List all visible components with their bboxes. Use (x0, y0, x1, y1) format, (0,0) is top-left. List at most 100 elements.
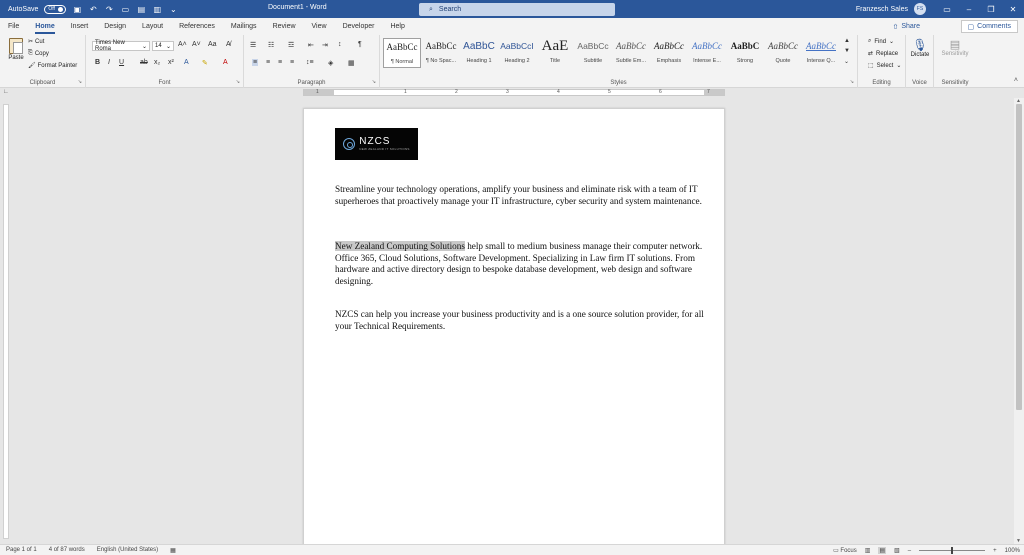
dialog-launcher-icon[interactable]: ↘ (78, 79, 82, 85)
highlight-icon[interactable]: ✎ (202, 59, 208, 67)
align-right-icon[interactable]: ≡ (278, 59, 282, 66)
style-strong[interactable]: AaBbC Strong (726, 38, 764, 68)
text-effects-icon[interactable]: A (184, 59, 189, 66)
style-title[interactable]: AaE Title (536, 38, 574, 68)
redo-icon[interactable]: ↷ (104, 4, 114, 14)
comments-button[interactable]: ▢ Comments (960, 20, 1018, 33)
tab-references[interactable]: References (171, 18, 223, 35)
zoom-out-icon[interactable]: – (908, 548, 911, 554)
horizontal-ruler[interactable]: 1 1 2 3 4 5 6 7 (303, 89, 725, 96)
clear-formatting-icon[interactable]: A̸ (226, 41, 231, 48)
cut-button[interactable]: ✂ Cut (28, 38, 44, 46)
web-layout-icon[interactable]: ▧ (894, 547, 900, 554)
print-preview-icon[interactable]: ▤ (136, 4, 146, 14)
share-button[interactable]: ⇧ Share (886, 20, 926, 33)
print-layout-icon[interactable]: ▤ (878, 547, 887, 554)
open-icon[interactable]: ▥ (152, 4, 162, 14)
strikethrough-icon[interactable]: ab (140, 59, 148, 66)
multilevel-list-icon[interactable]: ☲ (288, 41, 294, 49)
accessibility-icon[interactable]: ▦ (170, 547, 176, 554)
minimize-icon[interactable]: – (958, 0, 980, 18)
zoom-level[interactable]: 100% (1005, 548, 1020, 554)
subscript-icon[interactable]: x₂ (154, 59, 160, 66)
paragraph-1[interactable]: Streamline your technology operations, a… (335, 184, 707, 207)
new-document-icon[interactable]: ▭ (120, 4, 130, 14)
style-heading-1[interactable]: AaBbC Heading 1 (460, 38, 498, 68)
zoom-in-icon[interactable]: + (993, 548, 997, 554)
style-intense-emphasis[interactable]: AaBbCc Intense E... (688, 38, 726, 68)
bullets-icon[interactable]: ☰ (250, 41, 256, 49)
grow-font-icon[interactable]: A˄ (178, 41, 187, 48)
paste-button[interactable]: Paste (6, 38, 26, 61)
document-page[interactable]: NZCS NEW ZEALAND IT SOLUTIONS Streamline… (303, 108, 725, 548)
find-button[interactable]: ⌕ Find ⌄ (868, 38, 894, 45)
font-name-select[interactable]: Times New Roma ⌄ (92, 40, 150, 52)
dialog-launcher-icon[interactable]: ↘ (372, 79, 376, 85)
vertical-ruler[interactable] (3, 104, 9, 539)
style-intense-quote[interactable]: AaBbCc Intense Q... (802, 38, 840, 68)
style-subtle-emphasis[interactable]: AaBbCc Subtle Em... (612, 38, 650, 68)
select-button[interactable]: ⬚ Select ⌄ (868, 62, 901, 70)
zoom-slider-thumb[interactable] (951, 547, 954, 554)
dictate-button[interactable]: 🎙 Dictate (909, 38, 931, 58)
numbering-icon[interactable]: ☷ (268, 41, 274, 49)
language-indicator[interactable]: English (United States) (97, 547, 158, 553)
shrink-font-icon[interactable]: A˅ (192, 41, 201, 48)
style-emphasis[interactable]: AaBbCc Emphasis (650, 38, 688, 68)
focus-button[interactable]: ▭ Focus (833, 547, 857, 554)
font-size-select[interactable]: 14 ⌄ (152, 41, 174, 51)
change-case-icon[interactable]: Aa (208, 41, 217, 48)
bold-icon[interactable]: B (95, 59, 100, 66)
tab-home[interactable]: Home (27, 18, 62, 35)
read-mode-icon[interactable]: ▥ (865, 547, 871, 554)
increase-indent-icon[interactable]: ⇥ (322, 41, 328, 49)
line-spacing-icon[interactable]: ↕≡ (306, 59, 314, 66)
superscript-icon[interactable]: x² (168, 59, 174, 66)
tab-developer[interactable]: Developer (335, 18, 383, 35)
tab-mailings[interactable]: Mailings (223, 18, 265, 35)
format-painter-button[interactable]: 🖌 Format Painter (28, 62, 77, 70)
style-normal[interactable]: AaBbCc ¶ Normal (383, 38, 421, 68)
italic-icon[interactable]: I (108, 59, 110, 66)
search-box[interactable]: ⌕ Search (419, 3, 615, 16)
avatar[interactable]: FS (914, 3, 926, 15)
copy-button[interactable]: ⎘ Copy (28, 50, 49, 57)
show-formatting-icon[interactable]: ¶ (358, 41, 362, 48)
style-quote[interactable]: AaBbCc Quote (764, 38, 802, 68)
tab-selector-icon[interactable]: ∟ (3, 89, 9, 95)
paragraph-2[interactable]: New Zealand Computing Solutions help sma… (335, 241, 707, 287)
undo-icon[interactable]: ↶ (88, 4, 98, 14)
styles-more-icon[interactable]: ⌄ (844, 58, 849, 65)
tab-review[interactable]: Review (265, 18, 304, 35)
autosave-toggle[interactable]: Off (44, 4, 67, 14)
ribbon-display-options-icon[interactable]: ▭ (936, 0, 958, 18)
selected-text[interactable]: New Zealand Computing Solutions (335, 241, 465, 251)
tab-view[interactable]: View (304, 18, 335, 35)
underline-icon[interactable]: U (119, 59, 124, 66)
justify-icon[interactable]: ≡ (290, 59, 294, 66)
page-count[interactable]: Page 1 of 1 (6, 547, 37, 553)
company-logo[interactable]: NZCS NEW ZEALAND IT SOLUTIONS (335, 128, 418, 160)
sensitivity-button[interactable]: ▤ Sensitivity (936, 38, 974, 57)
style-no-spacing[interactable]: AaBbCc ¶ No Spac... (422, 38, 460, 68)
styles-scroll-down-icon[interactable]: ▼ (844, 48, 850, 54)
replace-button[interactable]: ⇄ Replace (868, 50, 898, 58)
customize-toolbar-icon[interactable]: ⌄ (168, 4, 178, 14)
restore-icon[interactable]: ❐ (980, 0, 1002, 18)
word-count[interactable]: 4 of 87 words (49, 547, 85, 553)
styles-scroll-up-icon[interactable]: ▲ (844, 38, 850, 44)
sort-icon[interactable]: ↕ (338, 41, 342, 48)
tab-help[interactable]: Help (382, 18, 412, 35)
style-heading-2[interactable]: AaBbCcI Heading 2 (498, 38, 536, 68)
paragraph-3[interactable]: NZCS can help you increase your business… (335, 309, 707, 332)
collapse-ribbon-icon[interactable]: ˄ (1014, 77, 1018, 84)
decrease-indent-icon[interactable]: ⇤ (308, 41, 314, 49)
close-icon[interactable]: ✕ (1002, 0, 1024, 18)
align-center-icon[interactable]: ≡ (266, 59, 270, 66)
user-name[interactable]: Franzesch Sales (856, 6, 908, 13)
zoom-slider[interactable] (919, 547, 986, 554)
align-left-icon[interactable]: ≡ (252, 59, 259, 66)
tab-file[interactable]: File (0, 18, 27, 35)
style-subtitle[interactable]: AaBbCc Subtitle (574, 38, 612, 68)
tab-layout[interactable]: Layout (134, 18, 171, 35)
